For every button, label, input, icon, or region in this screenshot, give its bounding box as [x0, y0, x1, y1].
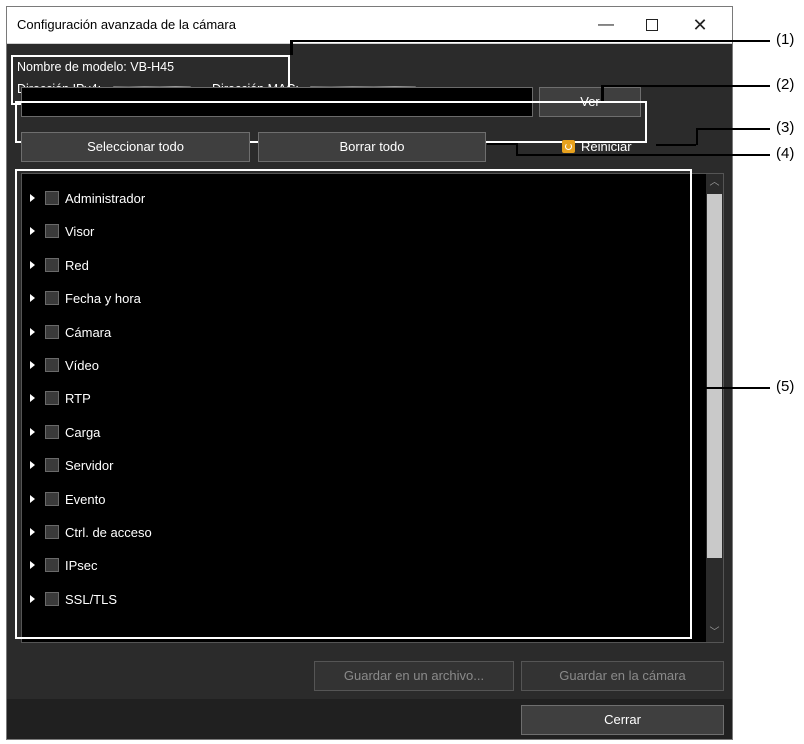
scroll-down-icon[interactable]: ﹀ [706, 624, 723, 642]
tree-item-checkbox[interactable] [45, 458, 59, 473]
tree-item-checkbox[interactable] [45, 358, 59, 372]
expand-arrow-icon[interactable] [30, 260, 35, 269]
model-row: Nombre de modelo: VB-H45 [17, 59, 416, 76]
tree-item-checkbox[interactable] [45, 525, 59, 539]
expand-arrow-icon[interactable] [30, 361, 35, 369]
expand-arrow-icon[interactable] [30, 194, 35, 202]
restart-indicator: Reiniciar [562, 139, 632, 154]
callout-2: (2) [776, 76, 795, 93]
clear-all-button[interactable]: Borrar todo [258, 132, 486, 162]
minimize-button[interactable]: — [583, 7, 629, 43]
tree-item-label: Fecha y hora [65, 291, 141, 307]
tree-item[interactable]: Ctrl. de acceso [30, 522, 152, 544]
tree-item-checkbox[interactable] [45, 224, 59, 239]
callout-line-2b [601, 85, 770, 87]
maximize-button[interactable] [629, 7, 675, 43]
settings-tree: Administrador Visor Red Fecha y hora Cámara V… [21, 173, 724, 643]
select-all-button[interactable]: Seleccionar todo [21, 132, 250, 162]
tree-scrollbar[interactable]: ︿ ﹀ [706, 174, 723, 642]
scroll-thumb[interactable] [707, 194, 722, 558]
tree-item[interactable]: RTP [30, 388, 91, 410]
expand-arrow-icon[interactable] [30, 227, 35, 236]
callout-line-3a [656, 144, 696, 146]
tree-item-checkbox[interactable] [45, 324, 59, 339]
tree-item-label: Cámara [65, 324, 112, 340]
window-title: Configuración avanzada de la cámara [17, 17, 236, 32]
callout-line-2a [601, 85, 604, 101]
callout-line-1a [290, 40, 293, 55]
callout-4: (4) [776, 145, 795, 162]
tree-item-label: RTP [65, 391, 91, 407]
tree-item-label: IPsec [65, 558, 98, 574]
tree-item[interactable]: Evento [30, 489, 105, 511]
tree-item-checkbox[interactable] [45, 591, 59, 606]
tree-item-checkbox[interactable] [45, 191, 59, 205]
expand-arrow-icon[interactable] [30, 394, 35, 403]
tree-item-label: Visor [65, 224, 95, 240]
tree-item[interactable]: Vídeo [30, 355, 99, 377]
expand-arrow-icon[interactable] [30, 594, 35, 603]
expand-arrow-icon[interactable] [30, 561, 35, 570]
expand-arrow-icon[interactable] [30, 494, 35, 503]
save-to-file-button[interactable]: Guardar en un archivo... [314, 661, 514, 691]
close-button[interactable]: Cerrar [521, 705, 724, 735]
url-input[interactable] [21, 87, 533, 117]
tree-item[interactable]: Red [30, 255, 89, 277]
expand-arrow-icon[interactable] [30, 294, 35, 303]
model-label: Nombre de modelo: [17, 60, 127, 74]
tree-item[interactable]: Cámara [30, 322, 111, 344]
callout-line-4c [516, 154, 770, 156]
close-window-button[interactable]: ✕ [677, 7, 723, 43]
tree-item-label: Evento [65, 491, 106, 507]
callout-line-5 [693, 387, 770, 389]
tree-item-label: Ctrl. de acceso [65, 525, 152, 540]
tree-item-label: Carga [65, 424, 101, 440]
callout-line-4a [487, 143, 518, 145]
expand-arrow-icon[interactable] [30, 528, 35, 536]
tree-item[interactable]: SSL/TLS [30, 589, 117, 611]
tree-item-checkbox[interactable] [45, 558, 59, 573]
expand-arrow-icon[interactable] [30, 427, 35, 436]
callout-line-1b [290, 40, 770, 42]
callout-line-3b [696, 128, 698, 145]
tree-item-checkbox[interactable] [45, 491, 59, 506]
tree-item-label: SSL/TLS [65, 591, 118, 607]
view-button[interactable]: Ver [539, 87, 641, 117]
expand-arrow-icon[interactable] [30, 327, 35, 336]
tree-item[interactable]: Fecha y hora [30, 288, 141, 310]
maximize-icon [646, 18, 658, 31]
model-value: VB-H45 [130, 60, 175, 74]
tree-item-label: Servidor [65, 458, 114, 474]
expand-arrow-icon[interactable] [30, 461, 35, 470]
tree-item[interactable]: Carga [30, 422, 100, 444]
callout-3: (3) [776, 119, 795, 136]
tree-item-checkbox[interactable] [45, 257, 59, 272]
restart-label: Reiniciar [581, 139, 632, 154]
tree-item-label: Administrador [65, 191, 146, 206]
tree-item[interactable]: IPsec [30, 555, 98, 577]
tree-item[interactable]: Servidor [30, 455, 113, 477]
tree-item-label: Vídeo [65, 358, 99, 373]
callout-1: (1) [776, 31, 795, 48]
tree-item-checkbox[interactable] [45, 291, 59, 306]
callout-5: (5) [776, 378, 795, 395]
title-bar: Configuración avanzada de la cámara — ✕ [7, 7, 732, 44]
save-to-camera-button[interactable]: Guardar en la cámara [521, 661, 724, 691]
tree-item-checkbox[interactable] [45, 391, 59, 406]
tree-item[interactable]: Visor [30, 221, 94, 243]
restart-icon [562, 140, 575, 153]
tree-item-label: Red [65, 257, 89, 273]
tree-item-checkbox[interactable] [45, 424, 59, 439]
advanced-camera-settings-window: Configuración avanzada de la cámara — ✕ … [6, 6, 733, 740]
scroll-up-icon[interactable]: ︿ [706, 174, 723, 192]
callout-line-3c [696, 128, 770, 130]
tree-item[interactable]: Administrador [30, 188, 145, 210]
